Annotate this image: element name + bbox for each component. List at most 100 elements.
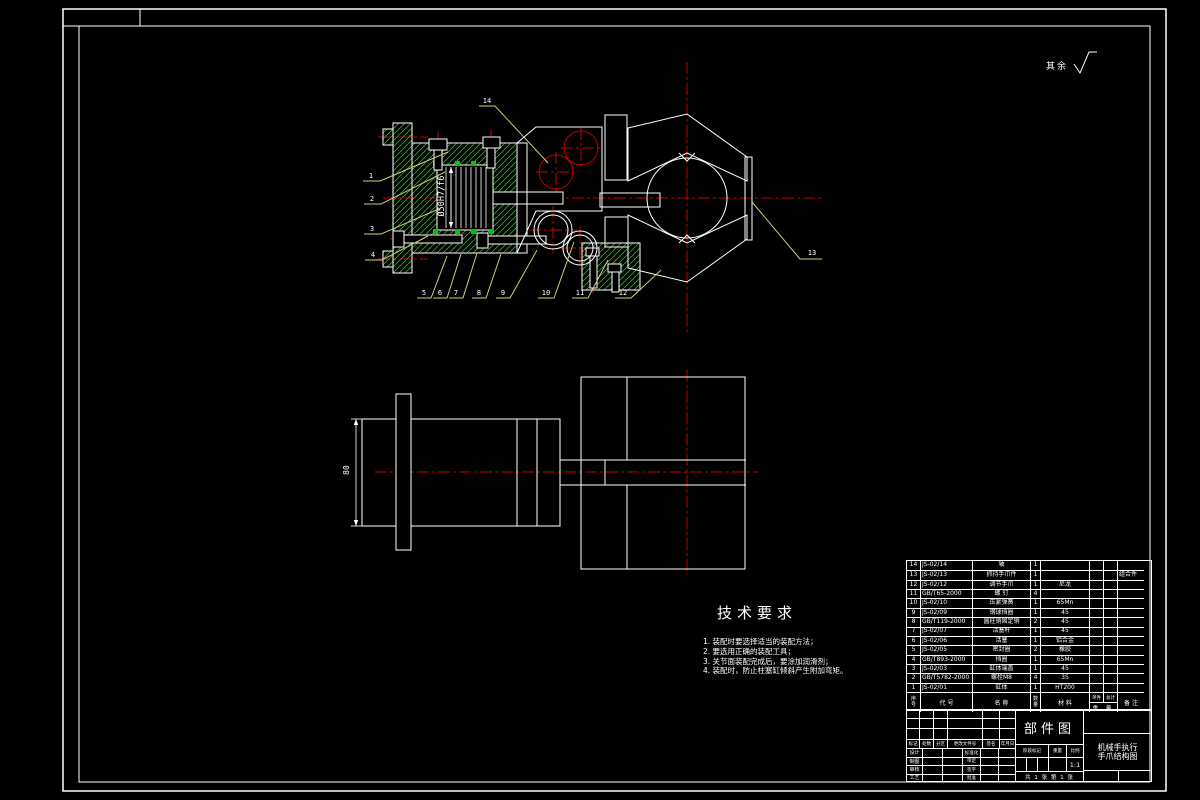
bom-cell-name: 活塞 <box>972 635 1030 646</box>
sig-cell <box>942 773 963 782</box>
bom-cell-qty: 1 <box>1030 570 1040 580</box>
tech-requirement-item: 3. 关节面装配完成后，要涂加润滑剂； <box>703 656 833 666</box>
sig-cell <box>998 773 1016 782</box>
bom-cell-material: 铝合金 <box>1040 635 1089 646</box>
sig-cell <box>980 773 999 782</box>
bom-cell-material: 65Mn <box>1040 598 1089 608</box>
bom-row: 1 JS-02/01 缸体 1 HT200 <box>907 682 1151 693</box>
piston-rod <box>492 191 564 205</box>
scale-label: 比例 <box>1066 744 1084 758</box>
bom-cell-unit-weight <box>1089 589 1103 599</box>
bom-cell-remark <box>1117 645 1144 655</box>
bolt-shank <box>403 234 463 244</box>
bom-cell-remark <box>1117 635 1144 646</box>
bom-cell-total-weight <box>1103 626 1117 636</box>
weight-value-cell <box>1048 757 1067 772</box>
callout-3: 3 <box>370 225 374 233</box>
bom-cell-total-weight <box>1103 579 1117 590</box>
cad-canvas: Ø50H7/f6 80 1 2 3 4 5 6 7 8 9 10 11 12 1… <box>0 0 1200 800</box>
bom-cell-seq: 9 <box>907 607 920 617</box>
bom-cell-seq: 5 <box>907 645 920 654</box>
bom-cell-seq: 4 <box>907 654 920 664</box>
bom-cell-code: JS-02/01 <box>920 682 972 693</box>
bom-cell-unit-weight <box>1089 645 1103 655</box>
bom-cell-material <box>1040 561 1089 571</box>
bom-cell-material <box>1040 589 1089 599</box>
bom-cell-material: 45 <box>1040 607 1089 618</box>
bom-cell-seq: 6 <box>907 635 920 645</box>
sheet-count-note: 共 1 张 第 1 张 <box>1015 771 1084 782</box>
bom-cell-seq: 12 <box>907 579 920 589</box>
bom-cell-seq: 10 <box>907 598 920 607</box>
bom-cell-code: JS-02/07 <box>920 626 972 636</box>
bom-row: 9 JS-02/09 钢球挡圈 1 45 <box>907 607 1151 618</box>
bom-row: 11 GB/T65-2000 螺 钉 4 <box>907 589 1151 599</box>
bom-cell-seq: 7 <box>907 626 920 636</box>
bom-cell-name: 轴 <box>972 561 1030 571</box>
bom-cell-remark: 组合件 <box>1117 570 1144 580</box>
bom-cell-qty: 1 <box>1030 598 1040 608</box>
bom-cell-total-weight <box>1103 570 1117 580</box>
bom-cell-unit-weight <box>1089 570 1103 580</box>
callout-13: 13 <box>808 249 816 257</box>
sig-cell <box>922 773 943 782</box>
bom-row: 7 JS-02/07 活塞杆 1 45 <box>907 626 1151 636</box>
projection-view: 80 <box>342 370 758 575</box>
bom-cell-remark <box>1117 607 1144 618</box>
bom-cell-name: 螺栓M8 <box>972 673 1030 683</box>
bom-cell-remark <box>1117 617 1144 627</box>
callout-8: 8 <box>477 289 481 297</box>
bom-table: 14 JS-02/14 轴 1 13 JS-02/13 抓持手爪件 1 组合件 … <box>906 560 1152 713</box>
bom-cell-name: 压紧弹簧 <box>972 598 1030 608</box>
bom-cell-qty: 4 <box>1030 673 1040 683</box>
corner-reference-box <box>62 8 141 27</box>
bom-row: 8 GB/T119-2000 圆柱销固定销 2 45 <box>907 617 1151 627</box>
callout-7: 7 <box>454 289 458 297</box>
bom-cell-unit-weight <box>1089 626 1103 636</box>
height-dimension: 80 <box>342 418 362 527</box>
bom-cell-unit-weight <box>1089 635 1103 646</box>
bom-cell-unit-weight <box>1089 654 1103 664</box>
bore-dimension-text: Ø50H7/f6 <box>436 176 447 217</box>
bom-cell-total-weight <box>1103 617 1117 627</box>
flange-outline <box>395 393 412 551</box>
bom-cell-qty: 4 <box>1030 589 1040 599</box>
bom-cell-total-weight <box>1103 561 1117 571</box>
bom-cell-remark <box>1117 654 1144 664</box>
bom-cell-unit-weight <box>1089 663 1103 674</box>
bom-cell-name: 活塞杆 <box>972 626 1030 636</box>
bom-row: 3 JS-02/03 缸体端盖 1 45 <box>907 663 1151 674</box>
bom-cell-qty: 1 <box>1030 663 1040 674</box>
bom-cell-unit-weight <box>1089 617 1103 627</box>
centerlines <box>375 370 758 575</box>
bom-cell-remark <box>1117 663 1144 674</box>
bom-cell-code: GB/T65-2000 <box>920 589 972 599</box>
bom-cell-name: 螺 钉 <box>972 589 1030 599</box>
company-cell <box>1083 709 1152 734</box>
bom-cell-code: GB/T119-2000 <box>920 617 972 627</box>
doc-type-title: 部件图 <box>1015 709 1084 745</box>
bom-cell-code: JS-02/14 <box>920 561 972 571</box>
title-block: 标记 处数 分区 更改文件号 签名 年月日 设计 标准化 制图 审定 审核 签字… <box>906 709 1152 782</box>
tech-requirements-title: 技术要求 <box>717 604 798 622</box>
bom-cell-unit-weight <box>1089 598 1103 608</box>
bom-cell-code: JS-02/12 <box>920 579 972 590</box>
bom-cell-name: 调节手爪 <box>972 579 1030 590</box>
bom-cell-material: 35 <box>1040 673 1089 683</box>
bom-cell-material: 45 <box>1040 617 1089 627</box>
bom-cell-remark <box>1117 626 1144 636</box>
bom-cell-name: 钢球挡圈 <box>972 607 1030 618</box>
bom-cell-unit-weight <box>1089 682 1103 693</box>
claw-link-bar <box>599 192 661 208</box>
bom-cell-seq: 2 <box>907 673 920 682</box>
bom-cell-name: 密封圈 <box>972 645 1030 655</box>
bom-cell-material: 65Mn <box>1040 654 1089 664</box>
bom-cell-material: 尼龙 <box>1040 579 1089 590</box>
bolt-head <box>476 232 489 249</box>
callout-5: 5 <box>422 289 426 297</box>
bom-cell-seq: 14 <box>909 561 918 569</box>
bom-row: 2 GB/T5782-2000 螺栓M8 4 35 <box>907 673 1151 683</box>
flange-tab-top <box>382 128 394 146</box>
bom-cell-name: 缸体端盖 <box>972 663 1030 674</box>
bom-cell-material: 45 <box>1040 663 1089 674</box>
